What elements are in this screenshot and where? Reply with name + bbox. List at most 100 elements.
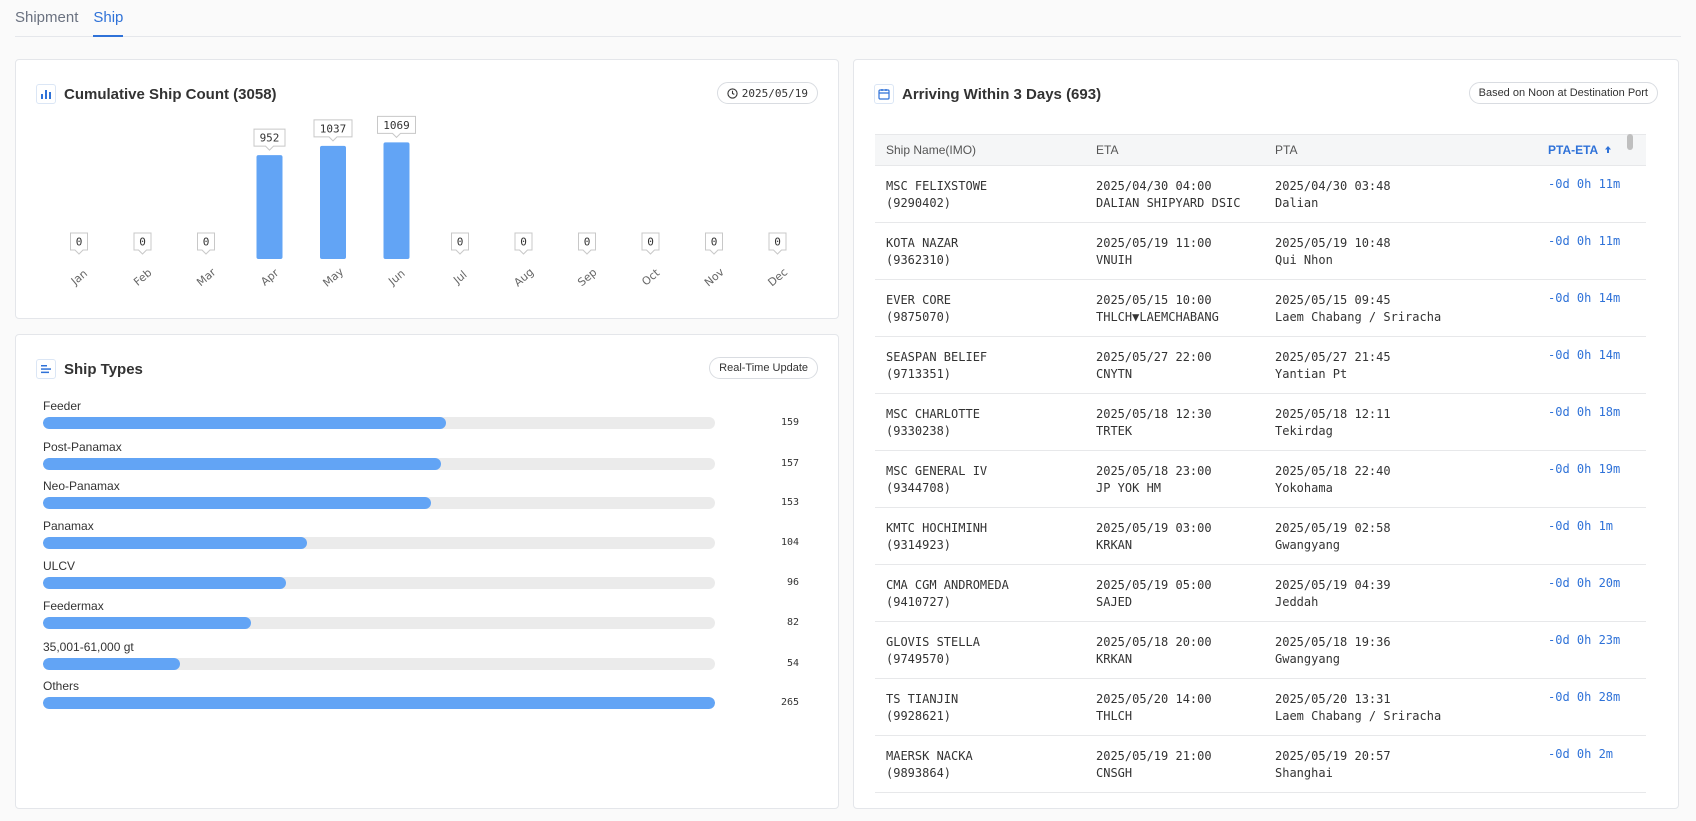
- pta-eta-diff: -0d 0h 18m: [1548, 405, 1621, 419]
- pta-port: Gwangyang: [1275, 538, 1341, 552]
- ship-name-cell: GLOVIS STELLA (9749570): [886, 634, 980, 668]
- pta-cell: 2025/05/19 20:57 Shanghai: [1275, 748, 1391, 782]
- ship-type-bar-track: [43, 617, 715, 629]
- eta-cell: 2025/05/27 22:00 CNYTN: [1096, 349, 1212, 383]
- ship-type-bar-fill: [43, 658, 180, 670]
- tab-bar: Shipment Ship: [15, 0, 1681, 37]
- ship-imo: (9330238): [886, 424, 952, 438]
- ship-type-bar-fill: [43, 577, 287, 589]
- col-pta-eta[interactable]: PTA-ETA: [1548, 143, 1612, 157]
- eta-time: 2025/05/20 14:00: [1096, 692, 1212, 706]
- ship-name: EVER CORE: [886, 293, 952, 307]
- eta-time: 2025/05/19 11:00: [1096, 236, 1212, 250]
- pta-port: Jeddah: [1275, 595, 1319, 609]
- ship-imo: (9362310): [886, 253, 952, 267]
- ship-name-cell: MAERSK NACKA (9893864): [886, 748, 973, 782]
- pta-cell: 2025/05/19 02:58 Gwangyang: [1275, 520, 1391, 554]
- ship-type-count: 157: [780, 458, 799, 469]
- data-label-text: 952: [260, 132, 280, 145]
- list-icon: [36, 359, 56, 379]
- col-pta[interactable]: PTA: [1275, 143, 1297, 157]
- table-row[interactable]: KOTA NAZAR (9362310) 2025/05/19 11:00 VNUIH…: [875, 223, 1646, 280]
- pta-time: 2025/05/19 02:58: [1275, 521, 1391, 535]
- pta-eta-diff: -0d 0h 1m: [1548, 519, 1614, 533]
- ship-name-cell: MSC CHARLOTTE (9330238): [886, 406, 980, 440]
- ship-type-bar-track: [43, 497, 715, 509]
- ship-name: MSC GENERAL IV: [886, 464, 988, 478]
- data-label-nov: 0: [705, 232, 723, 255]
- eta-time: 2025/05/27 22:00: [1096, 350, 1212, 364]
- tick-label-may: May: [320, 265, 346, 290]
- data-label-may: 1037: [313, 119, 353, 142]
- ship-type-row: ULCV 96: [31, 559, 806, 593]
- table-row[interactable]: GLOVIS STELLA (9749570) 2025/05/18 20:00 KR…: [875, 622, 1646, 679]
- pta-port: Yantian Pt: [1275, 367, 1348, 381]
- eta-cell: 2025/05/18 20:00 KRKAN: [1096, 634, 1212, 668]
- card-header: Ship Types: [36, 357, 818, 381]
- tick-label-oct: Oct: [639, 266, 662, 289]
- ship-imo: (9410727): [886, 595, 952, 609]
- data-label-aug: 0: [514, 232, 533, 255]
- table-row[interactable]: MAERSK NACKA (9893864) 2025/05/19 21:00 CNS…: [875, 736, 1646, 793]
- pta-port: Shanghai: [1275, 766, 1333, 780]
- tab-ship[interactable]: Ship: [93, 0, 124, 37]
- pta-eta-diff: -0d 0h 14m: [1548, 291, 1621, 305]
- eta-cell: 2025/05/18 12:30 TRTEK: [1096, 406, 1212, 440]
- ship-type-count: 159: [780, 417, 799, 428]
- table-row[interactable]: MSC CHARLOTTE (9330238) 2025/05/18 12:30 TR…: [875, 394, 1646, 451]
- pta-eta-diff: -0d 0h 11m: [1548, 177, 1621, 191]
- ship-type-bar-fill: [43, 497, 431, 509]
- ship-name-cell: KMTC HOCHIMINH (9314923): [886, 520, 987, 554]
- ship-name-cell: TS TIANJIN (9928621): [886, 691, 958, 725]
- data-label-text: 1037: [320, 122, 347, 135]
- bar-jun[interactable]: [383, 142, 410, 259]
- ship-name-cell: MSC FELIXSTOWE (9290402): [886, 178, 987, 212]
- table-header: Ship Name(IMO) ETA PTA PTA-ETA: [875, 134, 1646, 166]
- data-label-text: 1069: [383, 119, 410, 132]
- bar-apr[interactable]: [256, 155, 283, 259]
- pta-time: 2025/05/27 21:45: [1275, 350, 1391, 364]
- pta-port: Tekirdag: [1275, 424, 1333, 438]
- ship-type-row: 35,001-61,000 gt 54: [31, 640, 806, 674]
- tab-shipment[interactable]: Shipment: [15, 0, 78, 37]
- ship-type-name: Others: [43, 679, 80, 693]
- pta-port: Dalian: [1275, 196, 1319, 210]
- table-scrollbar[interactable]: [1627, 134, 1633, 150]
- table-row[interactable]: EVER CORE (9875070) 2025/05/15 10:00 THLCH▼…: [875, 280, 1646, 337]
- ship-name-cell: EVER CORE (9875070): [886, 292, 951, 326]
- eta-port: TRTEK: [1096, 424, 1133, 438]
- ship-imo: (9893864): [886, 766, 952, 780]
- tick-label-jun: Jun: [385, 267, 407, 289]
- eta-cell: 2025/04/30 04:00 DALIAN SHIPYARD DSIC: [1096, 178, 1241, 212]
- tick-label-jul: Jul: [450, 268, 469, 287]
- bar-may[interactable]: [320, 145, 346, 259]
- data-label-jun: 1069: [377, 115, 416, 139]
- eta-port: SAJED: [1096, 595, 1133, 609]
- table-row[interactable]: KMTC HOCHIMINH (9314923) 2025/05/19 03:00 K…: [875, 508, 1646, 565]
- ship-type-bar-fill: [43, 458, 442, 470]
- eta-cell: 2025/05/19 21:00 CNSGH: [1096, 748, 1212, 782]
- table-row[interactable]: MSC GENERAL IV (9344708) 2025/05/18 23:00 J…: [875, 451, 1646, 508]
- pta-time: 2025/05/19 10:48: [1275, 236, 1391, 250]
- pta-cell: 2025/05/18 12:11 Tekirdag: [1275, 406, 1391, 440]
- table-row[interactable]: MSC FELIXSTOWE (9290402) 2025/04/30 04:00 D…: [875, 166, 1646, 223]
- pta-time: 2025/05/19 04:39: [1275, 578, 1391, 592]
- table-row[interactable]: TS TIANJIN (9928621) 2025/05/20 14:00 THLCH…: [875, 679, 1646, 736]
- ship-types-card: Ship Types Real-Time Update Feeder 159 Pos…: [15, 334, 839, 809]
- data-label-apr: 952: [253, 128, 286, 151]
- ship-type-count: 104: [780, 537, 799, 548]
- data-label-text: 0: [647, 236, 654, 249]
- cumulative-bar-chart: 0 Jan 0 Feb 0 Mar 952 Apr 1037 May 1069 Jun 0 Jul 0 Aug…: [68, 115, 790, 290]
- card-title: Arriving Within 3 Days (693): [902, 85, 1102, 103]
- ship-imo: (9290402): [886, 196, 952, 210]
- tick-label-sep: Sep: [575, 266, 599, 289]
- tick-label-feb: Feb: [131, 266, 154, 288]
- pta-cell: 2025/05/27 21:45 Yantian Pt: [1275, 349, 1391, 383]
- table-row[interactable]: SEASPAN BELIEF (9713351) 2025/05/27 22:00 C…: [875, 337, 1646, 394]
- ship-type-name: Panamax: [43, 519, 94, 533]
- table-row[interactable]: CMA CGM ANDROMEDA (9410727) 2025/05/19 05:…: [875, 565, 1646, 622]
- col-ship-name[interactable]: Ship Name(IMO): [886, 143, 976, 157]
- calendar-icon: [874, 84, 894, 104]
- pta-eta-diff: -0d 0h 23m: [1548, 633, 1621, 647]
- col-eta[interactable]: ETA: [1096, 143, 1118, 157]
